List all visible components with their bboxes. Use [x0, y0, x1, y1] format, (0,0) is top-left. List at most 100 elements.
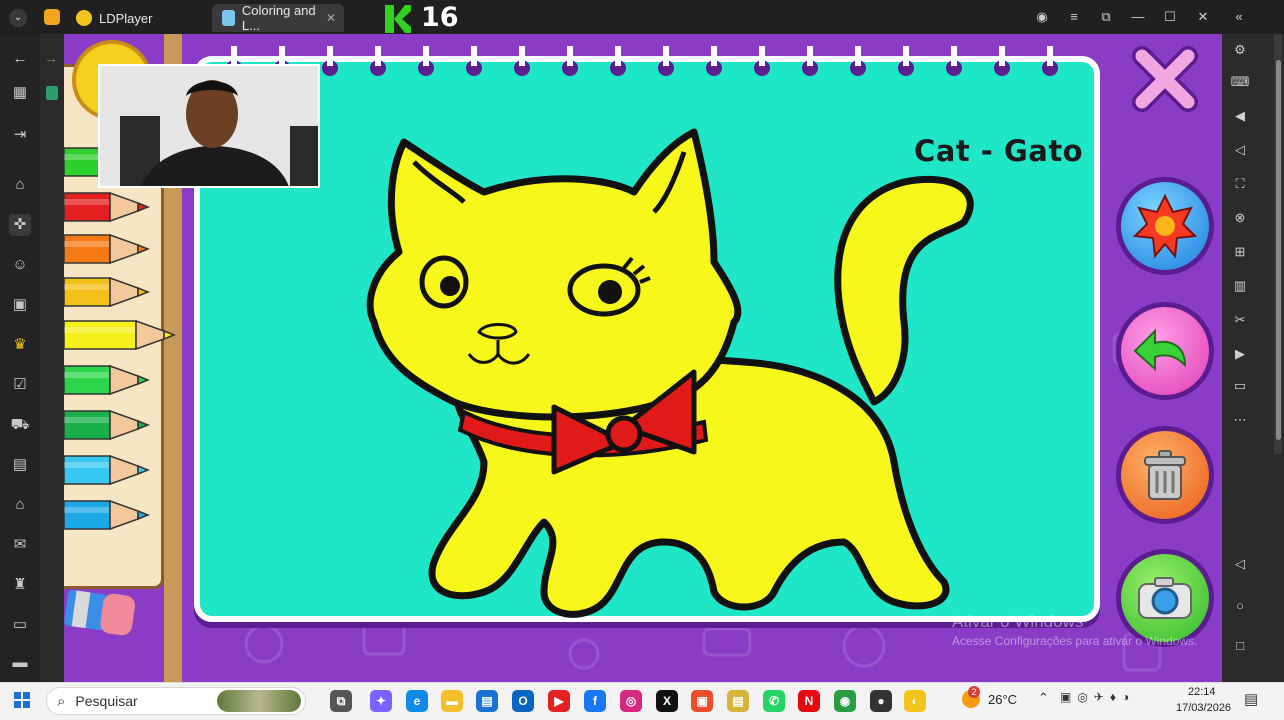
menu-icon[interactable]: ≡ — [1063, 7, 1085, 27]
screenshot-button[interactable] — [1116, 549, 1214, 647]
back-arrow-icon[interactable]: ← — [9, 48, 31, 70]
tab-ldplayer[interactable]: LDPlayer — [66, 4, 206, 32]
scrollbar-thumb[interactable] — [1276, 60, 1281, 440]
windows-start-icon[interactable] — [14, 692, 30, 708]
spiral-wire — [951, 46, 957, 66]
spiral-wire — [567, 46, 573, 66]
instagram-icon[interactable]: ◎ — [620, 690, 642, 712]
file-explorer-icon[interactable]: ▬ — [441, 690, 463, 712]
undo-button[interactable] — [1116, 302, 1214, 400]
search-icon: ⌕ — [57, 692, 66, 710]
spiral-wire — [327, 46, 333, 66]
pencil-color-7[interactable] — [64, 407, 150, 443]
netflix-icon[interactable]: N — [798, 690, 820, 712]
ldplayer-taskbar-icon[interactable]: ◐ — [904, 690, 926, 712]
stack-icon[interactable]: ▭ — [9, 614, 31, 636]
fill-bucket-button[interactable] — [1116, 177, 1214, 275]
shop-icon[interactable]: ⌂ — [9, 494, 31, 516]
clear-button[interactable] — [1116, 426, 1214, 524]
x-twitter-icon[interactable]: X — [656, 690, 678, 712]
lock-icon[interactable]: ⊗ — [1230, 208, 1250, 228]
spiral-wire — [855, 46, 861, 66]
crown-icon[interactable]: ♛ — [9, 334, 31, 356]
keyboard-icon[interactable]: ⌨ — [1230, 72, 1250, 92]
cat-drawing[interactable] — [304, 122, 984, 632]
facebook-icon[interactable]: f — [584, 690, 606, 712]
chrome-icon[interactable]: ◉ — [834, 690, 856, 712]
volume-up-icon[interactable]: ◀ — [1230, 106, 1250, 126]
collapse-sidebar-icon[interactable]: « — [1228, 7, 1250, 27]
cart-icon[interactable]: ⛟ — [9, 414, 31, 436]
notes-icon[interactable]: ▤ — [727, 690, 749, 712]
tray-icons[interactable]: ▣◎✈♦◑ — [1060, 690, 1135, 704]
record-icon[interactable]: ▶ — [1230, 344, 1250, 364]
clock-time[interactable]: 22:14 — [1188, 686, 1216, 698]
ldplayer-logo-icon — [76, 10, 92, 26]
pencil-color-4[interactable] — [64, 274, 150, 310]
left-sidebar: ← ▦ ⇥ ⌂ ✜ ☺ ▣ ♛ ☑ ⛟ ▤ ⌂ ✉ ♜ ▭ ▬ — [0, 34, 40, 682]
pencil-color-8[interactable] — [64, 452, 150, 488]
menu-chevron-icon[interactable]: ⌄ — [9, 9, 27, 27]
spiral-wire — [615, 46, 621, 66]
home-nav-icon[interactable]: ○ — [1230, 596, 1250, 616]
volume-down-icon[interactable]: ◁ — [1230, 140, 1250, 160]
youtube-icon[interactable]: ▶ — [548, 690, 570, 712]
close-window-icon[interactable]: ✕ — [1192, 7, 1214, 27]
more-icon[interactable]: ⋯ — [1230, 410, 1250, 430]
back-nav-icon[interactable]: ◁ — [1230, 554, 1250, 574]
tab-game-label: Coloring and L... — [241, 3, 316, 33]
calendar-icon[interactable]: ☑ — [9, 374, 31, 396]
store-icon[interactable]: ▣ — [9, 294, 31, 316]
maximize-icon[interactable]: ☐ — [1159, 7, 1181, 27]
shopping-icon[interactable]: ▣ — [691, 690, 713, 712]
storage-icon[interactable]: ▬ — [9, 652, 31, 674]
gamepad-icon[interactable]: ✜ — [9, 214, 31, 236]
user-icon[interactable]: ☺ — [9, 254, 31, 276]
apps-grid-icon[interactable]: ▦ — [9, 82, 31, 104]
close-icon[interactable] — [1130, 44, 1200, 114]
pencil-color-6[interactable] — [64, 362, 150, 398]
show-hidden-icons-icon[interactable]: ⌃ — [1038, 690, 1049, 706]
spiral-wire — [519, 46, 525, 66]
forward-arrow-icon[interactable]: → — [44, 50, 58, 66]
gift-box-icon[interactable]: ✉ — [9, 534, 31, 556]
tab-game[interactable]: Coloring and L... ✕ — [212, 3, 344, 33]
activation-watermark-subtitle: Acesse Configurações para ativar o Windo… — [952, 634, 1198, 648]
clock-date[interactable]: 17/03/2026 — [1176, 702, 1231, 714]
obs-icon[interactable]: ● — [870, 690, 892, 712]
recent-nav-icon[interactable]: □ — [1230, 636, 1250, 656]
spiral-wire — [663, 46, 669, 66]
pencil-color-5[interactable] — [64, 317, 176, 353]
spiral-wire — [1047, 46, 1053, 66]
outlook-icon[interactable]: O — [512, 690, 534, 712]
task-view-icon[interactable]: ⧉ — [330, 690, 352, 712]
spiral-wire — [231, 46, 237, 66]
copilot-icon[interactable]: ✦ — [370, 690, 392, 712]
settings-icon[interactable]: ⚙ — [1230, 40, 1250, 60]
restore-window-icon[interactable]: ⧉ — [1095, 7, 1117, 27]
edge-icon[interactable]: e — [406, 690, 428, 712]
add-app-icon[interactable]: ⊞ — [1230, 242, 1250, 262]
pencil-color-2[interactable] — [64, 189, 150, 225]
account-icon[interactable]: ◉ — [1031, 7, 1053, 27]
spiral-wire — [471, 46, 477, 66]
pencil-color-3[interactable] — [64, 231, 150, 267]
app-logo-icon — [44, 9, 60, 25]
gift-icon[interactable]: ▤ — [9, 454, 31, 476]
whatsapp-icon[interactable]: ✆ — [763, 690, 785, 712]
home-icon[interactable]: ⌂ — [9, 174, 31, 196]
taskbar-search[interactable]: ⌕ Pesquisar — [46, 687, 306, 715]
scissors-icon[interactable]: ✂ — [1230, 310, 1250, 330]
minimize-icon[interactable]: — — [1127, 7, 1149, 27]
folder-icon[interactable]: ▭ — [1230, 376, 1250, 396]
pencil-color-9[interactable] — [64, 497, 150, 533]
store-app-icon[interactable]: ▤ — [476, 690, 498, 712]
close-tab-icon[interactable]: ✕ — [326, 11, 336, 25]
trophy-icon[interactable]: ♜ — [9, 574, 31, 596]
fullscreen-icon[interactable]: ⛶ — [1230, 174, 1250, 194]
expand-icon[interactable]: ⇥ — [9, 124, 31, 146]
eraser-icon[interactable] — [64, 582, 136, 640]
apk-icon[interactable]: ▥ — [1230, 276, 1250, 296]
search-highlight-icon — [217, 690, 301, 712]
notifications-icon[interactable]: ▤ — [1244, 690, 1258, 708]
